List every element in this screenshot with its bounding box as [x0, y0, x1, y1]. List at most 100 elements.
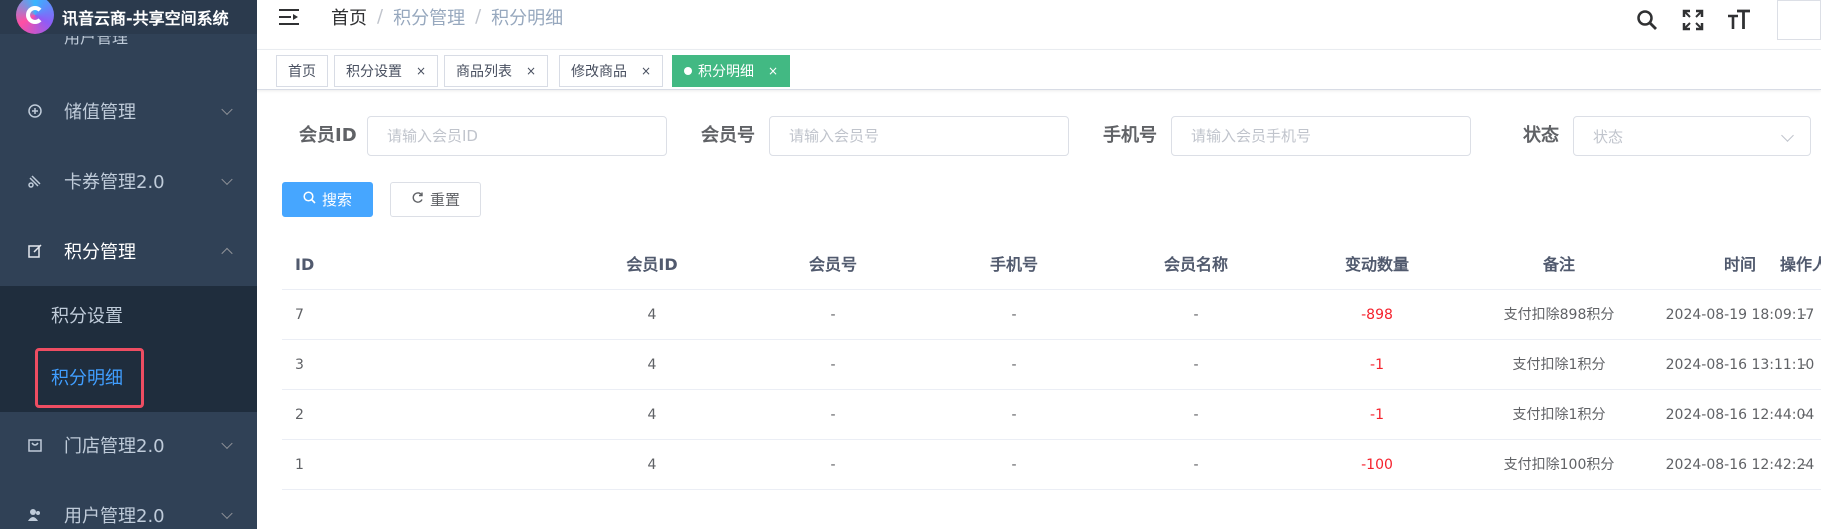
chevron-up-icon — [221, 247, 233, 260]
status-select[interactable]: 状态 — [1573, 116, 1811, 156]
chevron-down-icon — [221, 507, 233, 520]
column-header-change-amount: 变动数量 — [1344, 255, 1409, 274]
cell-member-no: - — [830, 407, 836, 423]
sidebar-item-points-detail[interactable]: 积分明细 — [0, 348, 257, 406]
close-icon[interactable]: × — [526, 64, 536, 78]
column-header-remark: 备注 — [1542, 255, 1575, 274]
avatar[interactable] — [1777, 0, 1821, 40]
table-row: 1 4 - - - -100 支付扣除100积分 2024-08-16 12:4… — [282, 440, 1821, 490]
sidebar-item-users[interactable]: 用户管理2.0 — [0, 480, 257, 529]
hamburger-icon[interactable] — [279, 8, 299, 25]
font-size-icon[interactable] — [1727, 8, 1751, 32]
table-row: 3 4 - - - -1 支付扣除1积分 2024-08-16 13:11:10… — [282, 340, 1821, 390]
column-header-member-id: 会员ID — [626, 255, 678, 274]
sidebar-item-stores[interactable]: 门店管理2.0 — [0, 410, 257, 480]
cell-member-name: - — [1193, 457, 1199, 473]
cell-member-no: - — [830, 307, 836, 323]
sidebar-cutoff-item: 用户管理 — [64, 36, 129, 47]
sidebar-item-coupons[interactable]: 卡券管理2.0 — [0, 146, 257, 216]
chevron-down-icon — [1781, 129, 1794, 142]
app-title: 讯音云商-共享空间系统 — [62, 9, 229, 28]
store-icon — [26, 436, 44, 454]
cell-member-id: 4 — [647, 407, 657, 423]
header-tools — [1635, 0, 1821, 40]
tag-label: 修改商品 — [571, 64, 627, 80]
cell-operator: - — [1801, 407, 1807, 423]
cell-operator: - — [1801, 307, 1807, 323]
member-no-input[interactable] — [769, 116, 1069, 156]
tag-points-settings[interactable]: 积分设置 × — [334, 55, 439, 87]
status-label: 状态 — [1523, 125, 1559, 146]
sidebar-item-label: 积分明细 — [51, 368, 123, 389]
sidebar-item-label: 卡券管理2.0 — [64, 172, 165, 193]
breadcrumb-separator: / — [475, 6, 482, 27]
close-icon[interactable]: × — [641, 64, 651, 78]
search-button[interactable]: 搜索 — [282, 182, 373, 217]
cell-id: 7 — [295, 307, 304, 323]
cell-member-id: 4 — [647, 357, 657, 373]
breadcrumb-points: 积分管理 — [393, 7, 466, 29]
table-row: 7 4 - - - -898 支付扣除898积分 2024-08-19 18:0… — [282, 290, 1821, 340]
breadcrumb-current: 积分明细 — [491, 7, 564, 29]
tag-home[interactable]: 首页 — [276, 55, 328, 87]
tag-label: 商品列表 — [456, 64, 512, 80]
phone-input[interactable] — [1171, 116, 1471, 156]
cell-id: 2 — [295, 407, 304, 423]
cell-remark: 支付扣除1积分 — [1512, 357, 1606, 373]
users-icon — [26, 506, 44, 524]
coupon-icon — [26, 172, 44, 190]
reset-button[interactable]: 重置 — [390, 182, 481, 217]
cell-phone: - — [1011, 407, 1017, 423]
cell-member-id: 4 — [647, 307, 657, 323]
reset-button-label: 重置 — [429, 191, 460, 209]
sidebar-item-label: 储值管理 — [64, 102, 136, 123]
cell-member-name: - — [1193, 407, 1199, 423]
cell-change-amount: -1 — [1370, 407, 1384, 423]
cell-phone: - — [1011, 457, 1017, 473]
cell-phone: - — [1011, 357, 1017, 373]
column-header-phone: 手机号 — [989, 255, 1038, 274]
close-icon[interactable]: × — [416, 64, 426, 78]
sidebar-item-points-settings[interactable]: 积分设置 — [0, 286, 257, 344]
sidebar-item-label: 积分管理 — [64, 242, 136, 263]
navbar: 首页 / 积分管理 / 积分明细 — [257, 0, 1821, 50]
tag-label: 积分明细 — [698, 64, 754, 80]
search-icon — [303, 191, 316, 208]
sidebar-item-label: 门店管理2.0 — [64, 436, 165, 457]
column-header-operator: 操作人 — [1779, 255, 1821, 274]
sidebar-item-points[interactable]: 积分管理 — [0, 216, 257, 286]
cell-id: 3 — [295, 357, 304, 373]
status-select-placeholder: 状态 — [1593, 127, 1624, 146]
close-icon[interactable]: × — [768, 64, 778, 78]
breadcrumb-home[interactable]: 首页 — [331, 4, 367, 30]
search-button-label: 搜索 — [321, 191, 352, 209]
cell-phone: - — [1011, 307, 1017, 323]
table-header: ID 会员ID 会员号 手机号 会员名称 变动数量 备注 时间 操作人 — [282, 240, 1821, 290]
cell-member-name: - — [1193, 357, 1199, 373]
cell-change-amount: -1 — [1370, 357, 1384, 373]
cell-remark: 支付扣除898积分 — [1503, 307, 1615, 323]
chevron-down-icon — [221, 437, 233, 450]
chevron-down-icon — [221, 173, 233, 186]
search-icon[interactable] — [1635, 8, 1659, 32]
tag-label: 首页 — [288, 64, 316, 80]
member-id-label: 会员ID — [299, 125, 357, 146]
tag-product-list[interactable]: 商品列表 × — [444, 55, 549, 87]
cell-remark: 支付扣除100积分 — [1503, 457, 1615, 473]
column-header-id: ID — [295, 255, 315, 274]
sidebar-item-savings[interactable]: 储值管理 — [0, 76, 257, 146]
sidebar-item-label: 用户管理2.0 — [64, 506, 165, 527]
column-header-member-no: 会员号 — [808, 255, 857, 274]
tag-edit-product[interactable]: 修改商品 × — [559, 55, 664, 87]
fullscreen-icon[interactable] — [1681, 8, 1705, 32]
phone-label: 手机号 — [1103, 125, 1157, 146]
chevron-down-icon — [221, 103, 233, 116]
breadcrumb: 首页 / 积分管理 / 积分明细 — [331, 4, 563, 30]
logo[interactable]: 讯音云商-共享空间系统 — [0, 0, 257, 34]
cell-operator: - — [1801, 457, 1807, 473]
cell-member-id: 4 — [647, 457, 657, 473]
tag-points-detail[interactable]: 积分明细 × — [672, 55, 791, 87]
cell-change-amount: -100 — [1361, 457, 1393, 473]
cell-member-name: - — [1193, 307, 1199, 323]
member-id-input[interactable] — [367, 116, 667, 156]
